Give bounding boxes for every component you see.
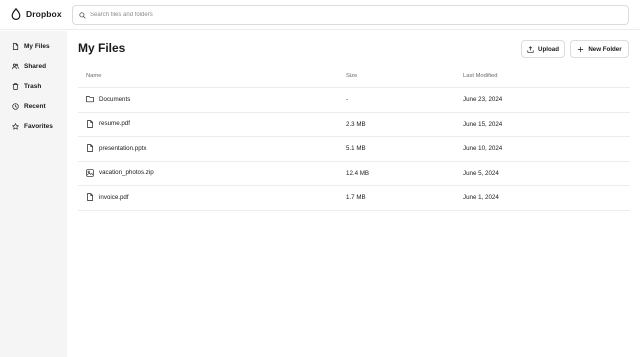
clock-icon	[12, 102, 19, 110]
droplet-icon	[11, 8, 21, 20]
file-size: 1.7 MB	[346, 194, 366, 201]
table-row[interactable]: vacation_photos.zip 12.4 MB June 5, 2024	[78, 162, 630, 186]
file-table: Name Size Last Modified Documents - June…	[78, 66, 630, 211]
file-size: -	[346, 96, 349, 103]
sidebar-item-favorites[interactable]: Favorites	[0, 117, 67, 135]
column-header-size[interactable]: Size	[346, 73, 357, 79]
file-icon	[87, 119, 93, 128]
file-icon	[87, 144, 93, 152]
sidebar-item-recent[interactable]: Recent	[0, 97, 67, 115]
image-icon	[86, 168, 94, 177]
table-row[interactable]: invoice.pdf 1.7 MB June 1, 2024	[78, 186, 630, 211]
table-row[interactable]: resume.pdf 2.3 MB June 15, 2024	[78, 113, 630, 137]
file-modified: June 23, 2024	[463, 96, 503, 103]
file-size: 5.1 MB	[346, 145, 366, 152]
file-name[interactable]: presentation.pptx	[99, 145, 146, 152]
folder-icon	[86, 96, 94, 103]
top-bar: Dropbox	[0, 0, 640, 30]
file-name[interactable]: Documents	[99, 96, 130, 103]
column-header-name[interactable]: Name	[86, 73, 101, 79]
sidebar-item-label: My Files	[24, 42, 50, 50]
sidebar-item-label: Shared	[24, 62, 47, 70]
upload-label: Upload	[538, 45, 559, 53]
new-folder-label: New Folder	[588, 45, 622, 53]
file-size: 12.4 MB	[346, 169, 370, 177]
column-header-modified[interactable]: Last Modified	[463, 73, 497, 79]
sidebar: My Files Shared Trash Recent Favorites	[0, 31, 67, 357]
trash-icon	[12, 82, 19, 90]
upload-button[interactable]: Upload	[521, 40, 565, 58]
file-icon	[87, 193, 93, 201]
table-row[interactable]: Documents - June 23, 2024	[78, 88, 630, 113]
sidebar-item-shared[interactable]: Shared	[0, 57, 67, 75]
users-icon	[12, 63, 19, 69]
page-title: My Files	[78, 41, 126, 55]
plus-icon	[578, 46, 584, 52]
file-name[interactable]: resume.pdf	[99, 120, 130, 127]
table-header: Name Size Last Modified	[78, 66, 630, 88]
new-folder-button[interactable]: New Folder	[570, 40, 629, 58]
search-icon	[79, 11, 86, 19]
file-modified: June 5, 2024	[463, 169, 499, 177]
search-input[interactable]	[90, 12, 610, 18]
table-row[interactable]: presentation.pptx 5.1 MB June 10, 2024	[78, 137, 630, 162]
app-logo[interactable]: Dropbox	[11, 8, 62, 20]
star-icon	[12, 122, 19, 130]
sidebar-item-label: Trash	[24, 82, 42, 90]
file-modified: June 10, 2024	[463, 145, 503, 152]
file-size: 2.3 MB	[346, 120, 366, 128]
file-name[interactable]: vacation_photos.zip	[99, 169, 154, 176]
file-modified: June 15, 2024	[463, 120, 503, 128]
search-box[interactable]	[72, 5, 629, 25]
sidebar-item-label: Favorites	[24, 122, 53, 130]
file-name[interactable]: invoice.pdf	[99, 194, 129, 201]
file-modified: June 1, 2024	[463, 194, 499, 201]
sidebar-item-label: Recent	[24, 102, 46, 110]
upload-icon	[527, 45, 534, 53]
sidebar-item-my-files[interactable]: My Files	[0, 37, 67, 55]
app-name: Dropbox	[26, 9, 62, 19]
sidebar-item-trash[interactable]: Trash	[0, 77, 67, 95]
file-icon	[12, 42, 19, 50]
